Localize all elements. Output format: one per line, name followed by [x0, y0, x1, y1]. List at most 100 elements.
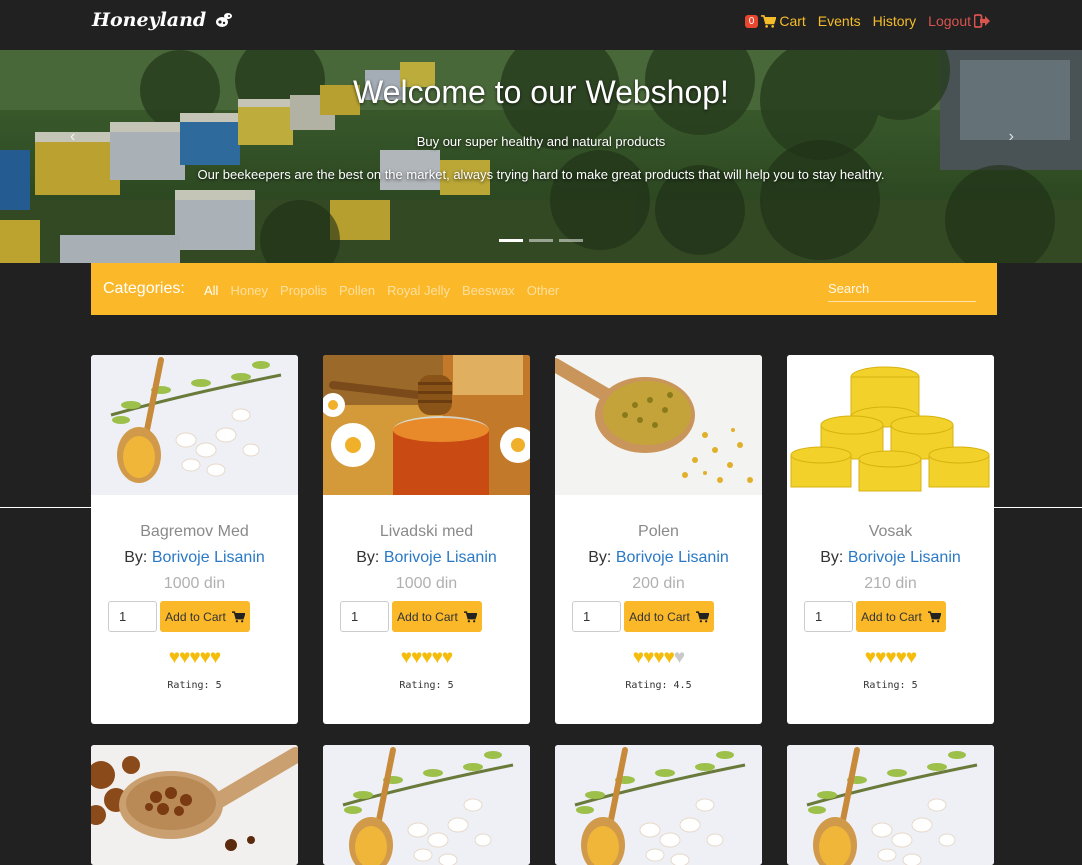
quantity-input[interactable] [108, 601, 157, 632]
category-list: All Honey Propolis Pollen Royal Jelly Be… [204, 283, 559, 298]
hero-carousel: Welcome to our Webshop! Buy our super he… [0, 50, 1082, 263]
product-image[interactable] [787, 745, 994, 865]
category-beeswax[interactable]: Beeswax [462, 283, 515, 298]
carousel-indicator[interactable] [529, 239, 553, 242]
product-image[interactable] [323, 745, 530, 865]
logout-icon [974, 14, 990, 28]
add-to-cart-button[interactable]: Add to Cart [856, 601, 946, 632]
product-image[interactable] [91, 745, 298, 865]
heart-icon: ♥ [179, 647, 190, 668]
product-image[interactable] [91, 355, 298, 495]
quantity-input[interactable] [572, 601, 621, 632]
heart-icon: ♥ [431, 647, 443, 668]
by-label: By: [820, 549, 844, 566]
carousel-prev-icon[interactable]: ‹ [70, 128, 75, 146]
rating-text: Rating: 4.5 [625, 680, 692, 691]
heart-icon: ♥ [864, 647, 876, 668]
hero-description: Our beekeepers are the best on the marke… [197, 167, 885, 182]
product-price: 1000 din [163, 575, 226, 592]
product-card: Vosak By: Borivoje Lisanin 210 din Add t… [787, 355, 994, 724]
categories-label: Categories: [103, 280, 185, 297]
product-card: Bagremov Med By: Borivoje Lisanin 1000 d… [91, 355, 298, 724]
cart-count-badge: 0 [744, 14, 759, 28]
by-label: By: [588, 549, 612, 566]
rating-text: Rating: 5 [863, 680, 918, 691]
carousel-indicator[interactable] [499, 239, 523, 242]
pollen-spoon-image [555, 355, 762, 495]
heart-icon: ♥ [653, 647, 664, 668]
heart-icon: ♥ [885, 647, 896, 668]
product-image[interactable] [787, 355, 994, 495]
nav-logout-link[interactable]: Logout [928, 13, 990, 29]
carousel-indicator[interactable] [559, 239, 583, 242]
product-price: 1000 din [395, 575, 458, 592]
seller-link[interactable]: Borivoje Lisanin [384, 549, 497, 566]
cart-icon [761, 14, 777, 28]
seller-link[interactable]: Borivoje Lisanin [152, 549, 265, 566]
heart-icon: ♥ [875, 647, 886, 668]
product-seller: By: Borivoje Lisanin [91, 549, 298, 567]
brand-name[interactable]: Honeyland [92, 9, 206, 31]
hero-title: Welcome to our Webshop! [353, 74, 729, 110]
seller-link[interactable]: Borivoje Lisanin [616, 549, 729, 566]
quantity-input[interactable] [340, 601, 389, 632]
cart-icon [927, 610, 941, 622]
heart-icon: ♥ [189, 647, 200, 668]
product-name: Livadski med [379, 523, 474, 540]
category-propolis[interactable]: Propolis [280, 283, 327, 298]
product-image[interactable] [555, 355, 762, 495]
quantity-input[interactable] [804, 601, 853, 632]
add-to-cart-label: Add to Cart [629, 609, 690, 624]
add-to-cart-label: Add to Cart [861, 609, 922, 624]
rating-text: Rating: 5 [167, 680, 222, 691]
category-all[interactable]: All [204, 283, 218, 298]
add-to-cart-button[interactable]: Add to Cart [624, 601, 714, 632]
brand-logo[interactable]: Honeyland [92, 9, 234, 31]
rating-hearts: ♥♥♥♥♥ [787, 647, 994, 669]
heart-icon: ♥ [168, 647, 180, 668]
category-other[interactable]: Other [527, 283, 560, 298]
seller-link[interactable]: Borivoje Lisanin [848, 549, 961, 566]
category-royal-jelly[interactable]: Royal Jelly [387, 283, 450, 298]
bee-icon [216, 13, 233, 27]
acacia-honey-spoon-image [787, 745, 994, 865]
product-seller: By: Borivoje Lisanin [555, 549, 762, 567]
heart-icon: ♥ [643, 647, 654, 668]
product-image[interactable] [555, 745, 762, 865]
add-to-cart-label: Add to Cart [165, 609, 226, 624]
heart-half-icon: ♥ [673, 647, 685, 668]
product-card [91, 745, 298, 865]
divider-line [992, 507, 1082, 508]
category-honey[interactable]: Honey [230, 283, 268, 298]
product-card [555, 745, 762, 865]
search-input[interactable] [828, 276, 976, 302]
carousel-next-icon[interactable]: › [1009, 128, 1014, 146]
product-seller: By: Borivoje Lisanin [323, 549, 530, 567]
by-label: By: [124, 549, 148, 566]
acacia-honey-spoon-image [91, 355, 298, 495]
nav-cart-link[interactable]: 0 Cart [744, 13, 806, 29]
logout-label: Logout [928, 13, 971, 29]
by-label: By: [356, 549, 380, 566]
product-card: Livadski med By: Borivoje Lisanin 1000 d… [323, 355, 530, 724]
cart-icon [695, 610, 709, 622]
rating-hearts: ♥♥♥♥♥ [555, 647, 762, 669]
nav-history-link[interactable]: History [873, 13, 917, 29]
product-card [323, 745, 530, 865]
beeswax-blocks-image [787, 355, 994, 495]
heart-icon: ♥ [441, 647, 453, 668]
heart-icon: ♥ [905, 647, 917, 668]
add-to-cart-button[interactable]: Add to Cart [392, 601, 482, 632]
product-seller: By: Borivoje Lisanin [787, 549, 994, 567]
divider-line [0, 507, 98, 508]
add-to-cart-button[interactable]: Add to Cart [160, 601, 250, 632]
cart-icon [231, 610, 245, 622]
product-price: 210 din [864, 575, 917, 592]
heart-icon: ♥ [400, 647, 412, 668]
nav-events-link[interactable]: Events [818, 13, 861, 29]
heart-icon: ♥ [411, 647, 422, 668]
category-pollen[interactable]: Pollen [339, 283, 375, 298]
nav-menu: 0 Cart Events History Logout [733, 13, 990, 29]
product-image[interactable] [323, 355, 530, 495]
acacia-honey-spoon-image [323, 745, 530, 865]
